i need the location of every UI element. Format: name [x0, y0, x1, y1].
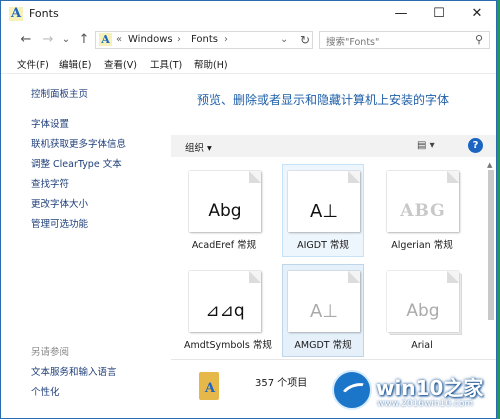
organize-button[interactable]: 组织 ▾: [185, 140, 212, 154]
menu-help[interactable]: 帮助(H): [194, 57, 228, 71]
font-sample: Abg: [406, 301, 440, 321]
fonts-window: A Fonts — ☐ ✕ ← → ⌄ ↑ A « Windows › Font…: [0, 0, 497, 419]
close-button[interactable]: ✕: [458, 1, 496, 28]
item-count: 357 个项目: [255, 378, 308, 389]
font-sample: ⊿⊿q: [205, 301, 245, 321]
help-icon[interactable]: ?: [468, 138, 483, 153]
refresh-icon[interactable]: ↻: [300, 32, 310, 48]
address-dropdown-icon[interactable]: ⌄: [280, 33, 288, 47]
font-document-icon: A⊥: [288, 271, 360, 332]
recent-locations-icon[interactable]: ⌄: [57, 31, 75, 49]
font-name: Arial: [411, 340, 433, 351]
page-title: 预览、删除或者显示和隐藏计算机上安装的字体: [197, 93, 450, 107]
breadcrumb-separator[interactable]: ›: [177, 33, 181, 47]
sidebar-item-font-size[interactable]: 更改字体大小: [31, 196, 88, 210]
menu-view[interactable]: 查看(V): [104, 57, 137, 71]
maximize-button[interactable]: ☐: [420, 1, 458, 28]
search-placeholder: 搜索"Fonts": [326, 37, 380, 48]
font-sample: ABG: [400, 201, 446, 221]
font-item-aigdt[interactable]: A⊥ AIGDT 常规: [282, 164, 364, 257]
font-sample: Abg: [208, 201, 242, 221]
font-folder-icon: A: [99, 33, 112, 46]
scroll-up-arrow[interactable]: ▲: [487, 161, 492, 169]
breadcrumb-separator[interactable]: ›: [224, 33, 228, 47]
address-bar[interactable]: A « Windows › Fonts › ⌄ ↻: [95, 31, 313, 49]
see-also-heading: 另请参阅: [31, 347, 70, 358]
font-item-arial[interactable]: Abg Arial: [381, 264, 463, 357]
sidebar-home-link[interactable]: 控制面板主页: [31, 86, 88, 100]
sidebar-item-font-settings[interactable]: 字体设置: [31, 116, 69, 130]
font-family-icon: Abg: [387, 271, 459, 332]
watermark: win10之家 www.2016win10.com: [330, 366, 500, 419]
font-name: AMGDT 常规: [294, 340, 352, 351]
menu-edit[interactable]: 编辑(E): [59, 57, 91, 71]
font-folder-icon: A: [9, 6, 23, 21]
breadcrumb-fonts[interactable]: Fonts: [191, 33, 218, 47]
command-bar: 组织 ▾ ▤ ▾ ?: [171, 135, 496, 157]
font-document-icon: ABG: [387, 171, 459, 232]
sidebar-item-personalization[interactable]: 个性化: [31, 384, 60, 398]
font-item-acadeeref[interactable]: Abg AcadEref 常规: [183, 164, 265, 257]
font-item-amdtsymbols[interactable]: ⊿⊿q AmdtSymbols 常规: [183, 264, 272, 357]
navigation-bar: ← → ⌄ ↑ A « Windows › Fonts › ⌄ ↻ 搜索"Fon…: [1, 28, 496, 52]
watermark-logo-icon: [332, 370, 372, 410]
search-input[interactable]: 搜索"Fonts" ⚲: [319, 31, 490, 49]
sidebar-item-find-character[interactable]: 查找字符: [31, 176, 69, 190]
title-bar[interactable]: A Fonts — ☐ ✕: [1, 1, 496, 28]
font-document-icon: ⊿⊿q: [189, 271, 261, 332]
window-title: Fonts: [29, 7, 59, 20]
breadcrumb-overflow[interactable]: «: [116, 33, 122, 47]
sidebar-item-cleartype[interactable]: 调整 ClearType 文本: [31, 156, 122, 170]
font-name: AmdtSymbols 常规: [184, 340, 272, 351]
font-document-icon: A⊥: [288, 171, 360, 232]
search-icon[interactable]: ⚲: [475, 33, 483, 46]
back-arrow-icon[interactable]: ←: [17, 31, 35, 49]
forward-arrow-icon[interactable]: →: [39, 31, 57, 49]
view-options-button[interactable]: ▤ ▾: [417, 140, 435, 151]
menu-file[interactable]: 文件(F): [17, 57, 49, 71]
font-document-icon: Abg: [189, 171, 261, 232]
watermark-url: www.2016win10.com: [377, 399, 474, 409]
sidebar-item-optional-features[interactable]: 管理可选功能: [31, 216, 88, 230]
menu-tools[interactable]: 工具(T): [150, 57, 182, 71]
folder-letter: A: [205, 381, 216, 396]
sidebar: 控制面板主页 字体设置 联机获取更多字体信息 调整 ClearType 文本 查…: [1, 74, 171, 418]
font-item-amgdt[interactable]: A⊥ AMGDT 常规: [282, 264, 364, 357]
up-arrow-icon[interactable]: ↑: [75, 31, 93, 49]
font-sample: A⊥: [310, 301, 338, 322]
watermark-title: win10之家: [376, 376, 484, 400]
font-name: AIGDT 常规: [297, 240, 349, 251]
font-item-algerian[interactable]: ABG Algerian 常规: [381, 164, 463, 257]
menu-bar: 文件(F) 编辑(E) 查看(V) 工具(T) 帮助(H): [1, 54, 496, 74]
sidebar-item-online-fonts[interactable]: 联机获取更多字体信息: [31, 136, 126, 150]
breadcrumb-windows[interactable]: Windows: [128, 33, 173, 47]
font-folder-icon: A: [199, 372, 219, 400]
sidebar-item-text-services[interactable]: 文本服务和输入语言: [31, 364, 117, 378]
scrollbar-thumb[interactable]: [488, 170, 494, 320]
font-name: Algerian 常规: [391, 240, 453, 251]
font-sample: A⊥: [310, 201, 338, 222]
minimize-button[interactable]: —: [382, 1, 420, 28]
font-name: AcadEref 常规: [191, 240, 257, 251]
